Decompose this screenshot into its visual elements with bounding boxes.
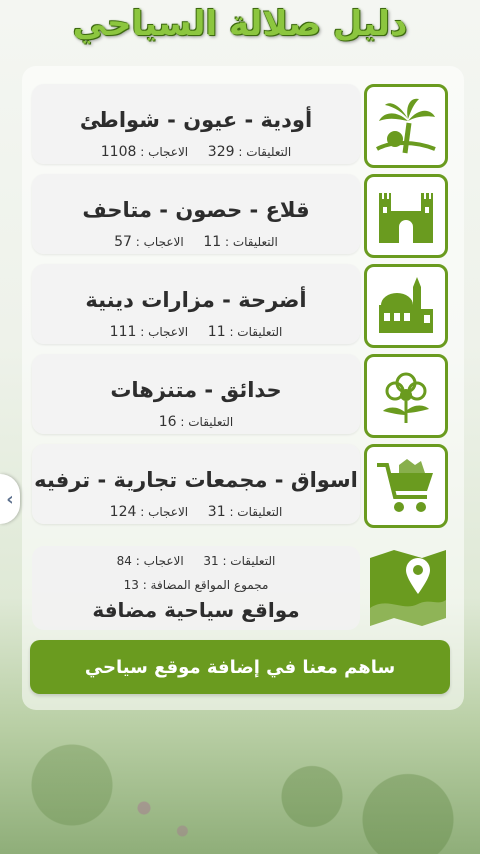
category-stats: التعليقات : 16 (32, 414, 360, 430)
category-card-forts[interactable]: قلاع - حصون - متاحف التعليقات : 11 الاعج… (32, 174, 360, 254)
palm-tree-icon[interactable] (364, 84, 448, 168)
likes-count: 111 (109, 324, 137, 340)
added-total: مجموع المواقع المضافة : 13 (32, 578, 360, 592)
comments-label: التعليقات : (222, 554, 276, 568)
comments-count: 31 (203, 554, 219, 568)
comments-label: التعليقات : (180, 415, 234, 429)
chevron-left-icon: ‹ (6, 488, 14, 510)
added-sites-title: مواقع سياحية مضافة (92, 598, 300, 622)
comments-label: التعليقات : (229, 325, 283, 339)
added-total-count: 13 (123, 578, 139, 592)
likes-label: الاعجاب : (135, 554, 184, 568)
comments-count: 11 (203, 234, 222, 250)
map-pin-icon[interactable] (368, 548, 448, 628)
comments-label: التعليقات : (238, 145, 292, 159)
category-card-valleys[interactable]: أودية - عيون - شواطئ التعليقات : 329 الا… (32, 84, 360, 164)
comments-count: 11 (207, 324, 226, 340)
added-stats: التعليقات : 31 الاعجاب : 84 (32, 554, 360, 568)
category-title: أودية - عيون - شواطئ (79, 108, 313, 132)
likes-label: الاعجاب : (140, 145, 189, 159)
comments-count: 16 (158, 414, 177, 430)
added-total-label: مجموع المواقع المضافة : (142, 578, 269, 592)
comments-count: 31 (207, 504, 226, 520)
comments-label: التعليقات : (225, 235, 278, 249)
flower-icon[interactable] (364, 354, 448, 438)
comments-label: التعليقات : (229, 505, 283, 519)
mosque-icon[interactable] (364, 264, 448, 348)
category-stats: التعليقات : 11 الاعجاب : 111 (32, 324, 360, 340)
added-sites-card[interactable]: التعليقات : 31 الاعجاب : 84 مجموع المواق… (32, 546, 360, 630)
category-card-shrines[interactable]: أضرحة - مزارات دينية التعليقات : 11 الاع… (32, 264, 360, 344)
likes-count: 84 (116, 554, 132, 568)
category-title: أضرحة - مزارات دينية (85, 288, 307, 312)
likes-label: الاعجاب : (140, 505, 189, 519)
category-stats: التعليقات : 329 الاعجاب : 1108 (32, 144, 360, 160)
category-stats: التعليقات : 11 الاعجاب : 57 (32, 234, 360, 250)
category-card-gardens[interactable]: حدائق - متنزهات التعليقات : 16 (32, 354, 360, 434)
likes-count: 124 (109, 504, 137, 520)
drawer-handle[interactable]: ‹ (0, 474, 20, 524)
category-title: اسواق - مجمعات تجارية - ترفيه (34, 468, 358, 492)
app-title: دليل صلالة السياحي (72, 4, 408, 44)
category-stats: التعليقات : 31 الاعجاب : 124 (32, 504, 360, 520)
likes-label: الاعجاب : (140, 325, 189, 339)
shopping-cart-icon[interactable] (364, 444, 448, 528)
fort-icon[interactable] (364, 174, 448, 258)
likes-count: 57 (114, 234, 132, 250)
category-title: قلاع - حصون - متاحف (82, 198, 310, 222)
category-card-markets[interactable]: اسواق - مجمعات تجارية - ترفيه التعليقات … (32, 444, 360, 524)
likes-count: 1108 (100, 144, 137, 160)
category-title: حدائق - متنزهات (110, 378, 282, 402)
add-site-button[interactable]: ساهم معنا في إضافة موقع سياحي (30, 640, 450, 694)
comments-count: 329 (207, 144, 235, 160)
likes-label: الاعجاب : (135, 235, 184, 249)
